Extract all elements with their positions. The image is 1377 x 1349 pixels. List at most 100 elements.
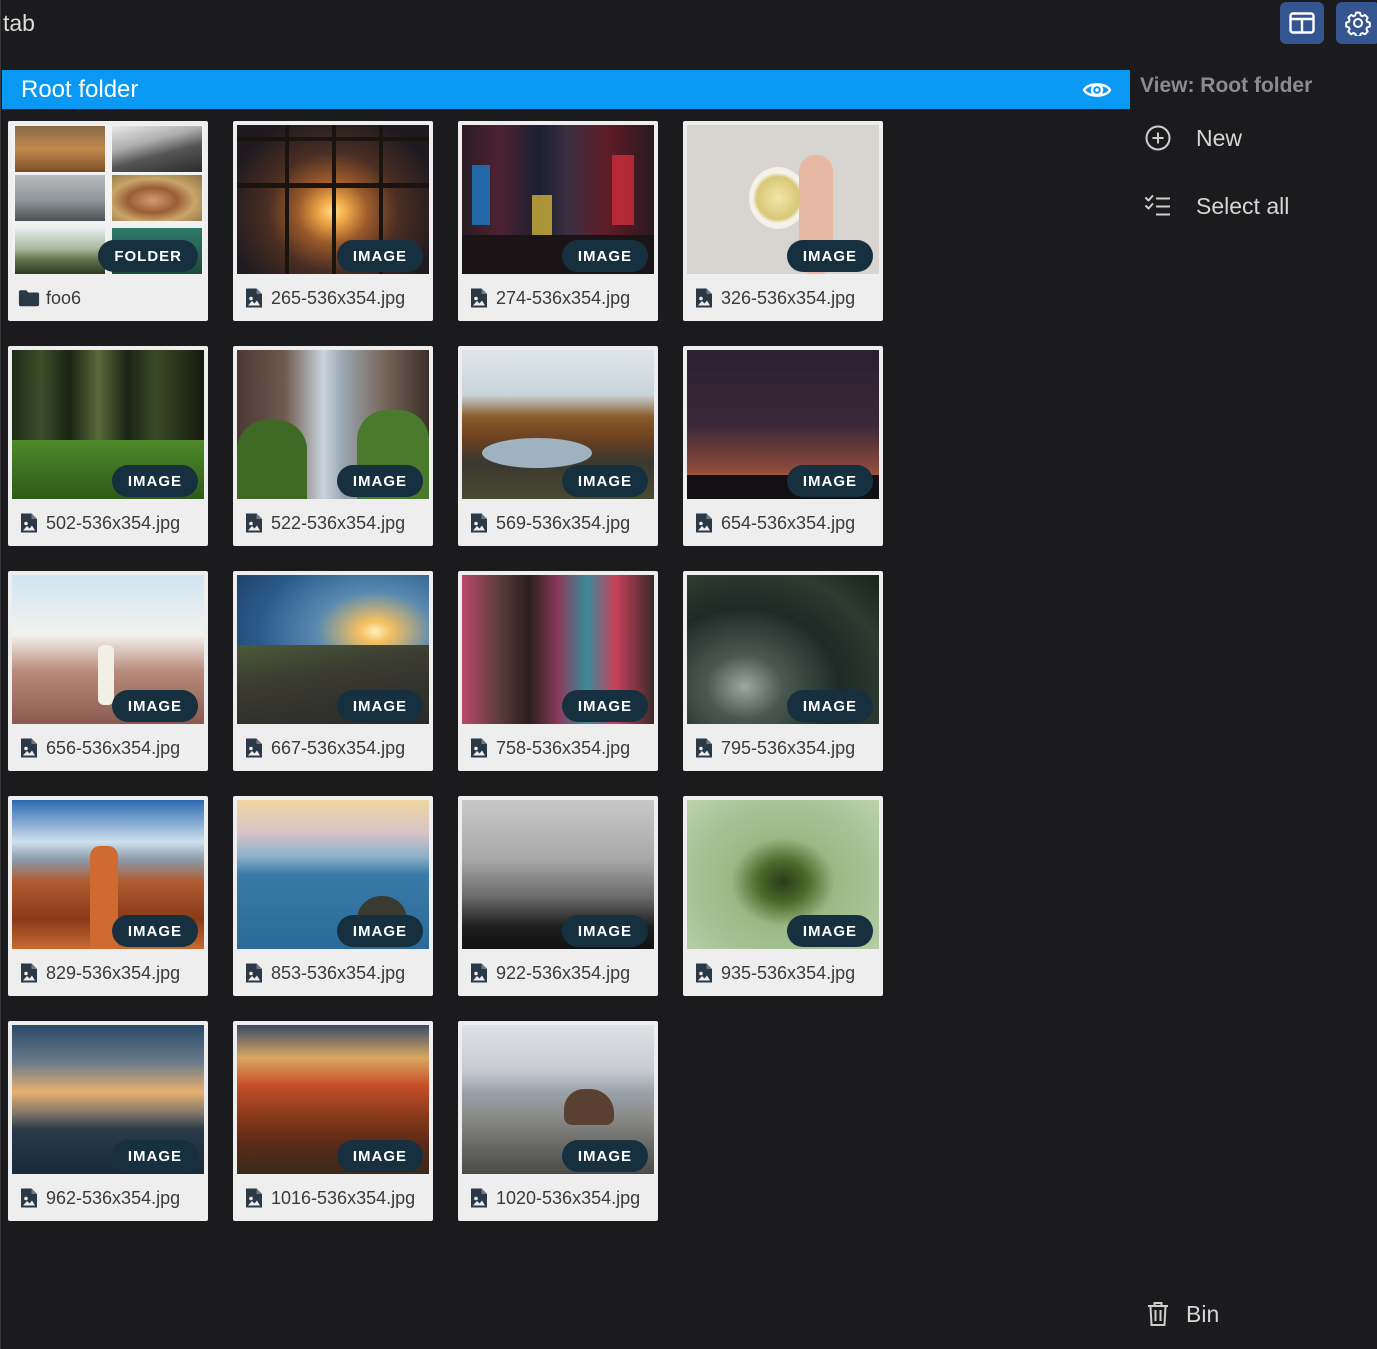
- bin-button[interactable]: Bin: [1144, 1300, 1219, 1328]
- image-thumbnail: IMAGE: [462, 800, 654, 949]
- file-name: 274-536x354.jpg: [496, 287, 631, 308]
- image-card[interactable]: IMAGE 326-536x354.jpg: [683, 121, 883, 321]
- settings-button[interactable]: [1336, 2, 1377, 44]
- file-name: 654-536x354.jpg: [721, 512, 856, 533]
- image-card[interactable]: IMAGE 922-536x354.jpg: [458, 796, 658, 996]
- file-name: 502-536x354.jpg: [46, 512, 181, 533]
- image-thumbnail: IMAGE: [237, 800, 429, 949]
- image-card[interactable]: IMAGE 829-536x354.jpg: [8, 796, 208, 996]
- image-card[interactable]: IMAGE 962-536x354.jpg: [8, 1021, 208, 1221]
- image-card[interactable]: IMAGE 935-536x354.jpg: [683, 796, 883, 996]
- image-thumbnail: IMAGE: [687, 350, 879, 499]
- image-thumbnail: IMAGE: [687, 800, 879, 949]
- select-all-button[interactable]: Select all: [1144, 192, 1289, 220]
- image-type-badge: IMAGE: [786, 690, 873, 722]
- card-name: 522-536x354.jpg: [243, 512, 405, 534]
- folder-title: Root folder: [21, 75, 139, 103]
- image-card[interactable]: IMAGE 654-536x354.jpg: [683, 346, 883, 546]
- image-type-badge: IMAGE: [786, 915, 873, 947]
- view-title: View: Root folder: [1140, 74, 1313, 97]
- image-card[interactable]: IMAGE 522-536x354.jpg: [233, 346, 433, 546]
- card-name: 962-536x354.jpg: [18, 1187, 180, 1209]
- select-all-label: Select all: [1196, 192, 1290, 219]
- image-thumbnail: IMAGE: [687, 125, 879, 274]
- card-name: 829-536x354.jpg: [18, 962, 180, 984]
- file-name: 935-536x354.jpg: [721, 962, 856, 983]
- image-file-icon: [18, 737, 40, 759]
- card-name: 667-536x354.jpg: [243, 737, 405, 759]
- new-button[interactable]: New: [1144, 124, 1242, 152]
- image-card[interactable]: IMAGE 795-536x354.jpg: [683, 571, 883, 771]
- layout-toggle-button[interactable]: [1280, 2, 1324, 44]
- image-type-badge: IMAGE: [111, 465, 198, 497]
- image-type-badge: IMAGE: [111, 690, 198, 722]
- file-name: 656-536x354.jpg: [46, 737, 181, 758]
- image-file-icon: [243, 962, 265, 984]
- checklist-icon: [1144, 192, 1172, 220]
- card-name: 654-536x354.jpg: [693, 512, 855, 534]
- image-thumbnail: IMAGE: [237, 575, 429, 724]
- image-thumbnail: IMAGE: [12, 575, 204, 724]
- image-type-badge: IMAGE: [111, 1140, 198, 1172]
- image-type-badge: IMAGE: [336, 240, 423, 272]
- image-card[interactable]: IMAGE 502-536x354.jpg: [8, 346, 208, 546]
- image-file-icon: [18, 1187, 40, 1209]
- image-card[interactable]: IMAGE 1020-536x354.jpg: [458, 1021, 658, 1221]
- card-name: 326-536x354.jpg: [693, 287, 855, 309]
- image-thumbnail: IMAGE: [462, 350, 654, 499]
- file-name: 795-536x354.jpg: [721, 737, 856, 758]
- file-name: 667-536x354.jpg: [271, 737, 406, 758]
- image-type-badge: IMAGE: [111, 915, 198, 947]
- sidebar: View: Root folder New Select all Bin: [1130, 60, 1377, 1349]
- file-name: 922-536x354.jpg: [496, 962, 631, 983]
- image-file-icon: [693, 962, 715, 984]
- image-card[interactable]: IMAGE 656-536x354.jpg: [8, 571, 208, 771]
- image-file-icon: [243, 737, 265, 759]
- image-file-icon: [468, 512, 490, 534]
- view-toggle-button[interactable]: [1082, 75, 1112, 105]
- image-file-icon: [243, 512, 265, 534]
- image-file-icon: [693, 287, 715, 309]
- card-name: 853-536x354.jpg: [243, 962, 405, 984]
- bin-label: Bin: [1186, 1300, 1220, 1327]
- file-name: 326-536x354.jpg: [721, 287, 856, 308]
- image-file-icon: [693, 512, 715, 534]
- eye-icon: [1082, 83, 1112, 97]
- image-type-badge: IMAGE: [561, 465, 648, 497]
- image-file-icon: [18, 512, 40, 534]
- image-thumbnail: IMAGE: [12, 1025, 204, 1174]
- plus-circle-icon: [1144, 124, 1172, 152]
- image-file-icon: [243, 1187, 265, 1209]
- image-card[interactable]: IMAGE 265-536x354.jpg: [233, 121, 433, 321]
- app-window: tab Root folder FOLDER foo6 IMAGE 265-53…: [0, 0, 1377, 1349]
- image-type-badge: IMAGE: [561, 915, 648, 947]
- image-card[interactable]: IMAGE 274-536x354.jpg: [458, 121, 658, 321]
- image-file-icon: [468, 1187, 490, 1209]
- folder-header: Root folder: [2, 70, 1130, 109]
- image-thumbnail: IMAGE: [462, 1025, 654, 1174]
- folder-type-badge: FOLDER: [98, 240, 198, 272]
- folder-card[interactable]: FOLDER foo6: [8, 121, 208, 321]
- image-thumbnail: IMAGE: [687, 575, 879, 724]
- title-bar: tab: [1, 0, 1377, 48]
- image-card[interactable]: IMAGE 667-536x354.jpg: [233, 571, 433, 771]
- folder-preview: FOLDER: [12, 125, 204, 274]
- card-name: foo6: [18, 287, 81, 309]
- gear-icon: [1345, 11, 1371, 36]
- image-file-icon: [468, 287, 490, 309]
- image-type-badge: IMAGE: [561, 240, 648, 272]
- new-label: New: [1196, 124, 1243, 151]
- image-card[interactable]: IMAGE 853-536x354.jpg: [233, 796, 433, 996]
- image-card[interactable]: IMAGE 1016-536x354.jpg: [233, 1021, 433, 1221]
- card-name: 1016-536x354.jpg: [243, 1187, 415, 1209]
- image-card[interactable]: IMAGE 758-536x354.jpg: [458, 571, 658, 771]
- card-name: 795-536x354.jpg: [693, 737, 855, 759]
- image-thumbnail: IMAGE: [462, 125, 654, 274]
- image-file-icon: [468, 962, 490, 984]
- file-name: foo6: [46, 287, 82, 308]
- image-card[interactable]: IMAGE 569-536x354.jpg: [458, 346, 658, 546]
- tab-title[interactable]: tab: [3, 10, 35, 37]
- card-name: 935-536x354.jpg: [693, 962, 855, 984]
- file-name: 569-536x354.jpg: [496, 512, 631, 533]
- image-type-badge: IMAGE: [561, 690, 648, 722]
